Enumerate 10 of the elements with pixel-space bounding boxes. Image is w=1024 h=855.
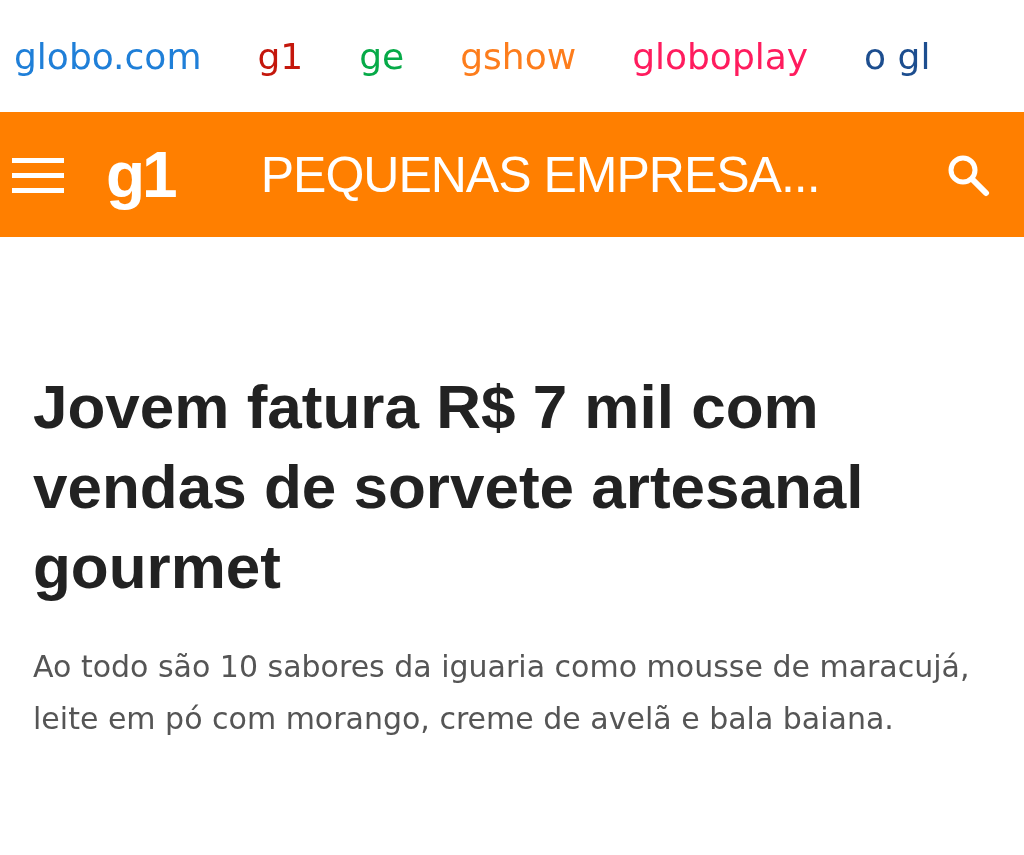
site-link[interactable]: globo.com <box>14 35 202 77</box>
site-link[interactable]: gshow <box>460 35 577 77</box>
summary: Ao todo são 10 sabores da iguaria como mousse de maracujá, leite em pó com morango, creme de avelã e bala baiana. <box>33 648 971 738</box>
menu-icon[interactable] <box>12 155 64 194</box>
headline: Jovem fatura R$ 7 mil com vendas de sorvete artesanal gourmet <box>33 371 865 603</box>
site-link[interactable]: o gl <box>864 35 931 77</box>
section-title: PEQUENAS EMPRESA... <box>260 145 821 204</box>
site-link[interactable]: ge <box>359 35 405 77</box>
site-link[interactable]: g1 <box>257 35 304 77</box>
site-link[interactable]: globoplay <box>632 35 809 77</box>
